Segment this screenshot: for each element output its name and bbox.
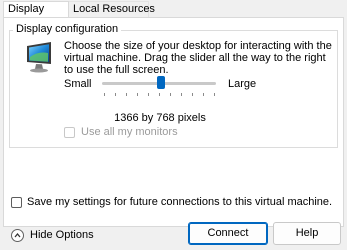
save-settings-option[interactable]: Save my settings for future connections …	[11, 195, 332, 209]
slider-tick	[203, 93, 204, 96]
save-settings-checkbox[interactable]	[11, 196, 22, 208]
slider-tick	[159, 93, 160, 96]
slider-tick	[148, 93, 149, 96]
slider-tick	[137, 93, 138, 96]
tab-strip: Display Local Resources	[0, 0, 347, 18]
connect-button[interactable]: Connect	[188, 222, 268, 245]
slider-tick	[170, 93, 171, 96]
hide-options-toggle[interactable]: Hide Options	[11, 228, 94, 242]
monitor-icon	[27, 42, 51, 73]
use-all-monitors-option: Use all my monitors	[64, 125, 178, 139]
hide-options-button[interactable]	[11, 228, 24, 242]
group-title: Display configuration	[13, 23, 122, 36]
slider-tick	[104, 93, 105, 96]
use-all-monitors-checkbox[interactable]	[64, 126, 75, 138]
slider-tick	[214, 93, 215, 96]
slider-tick	[126, 93, 127, 96]
slider-tick	[181, 93, 182, 96]
slider-tick	[192, 93, 193, 96]
save-settings-label: Save my settings for future connections …	[27, 196, 333, 208]
slider-tick	[115, 93, 116, 96]
display-size-slider[interactable]	[100, 74, 218, 100]
chevron-up-icon	[14, 232, 21, 237]
slider-max-label: Large	[228, 78, 257, 90]
help-button[interactable]: Help	[273, 222, 341, 245]
slider-min-label: Small	[64, 78, 92, 90]
hide-options-label: Hide Options	[30, 229, 94, 241]
slider-thumb[interactable]	[157, 76, 166, 89]
tab-local-resources[interactable]: Local Resources	[69, 1, 155, 17]
tab-display[interactable]: Display	[3, 1, 69, 17]
use-all-monitors-label: Use all my monitors	[81, 126, 178, 138]
resolution-readout: 1366 by 768 pixels	[114, 112, 206, 124]
display-description: Choose the size of your desktop for inte…	[64, 40, 332, 76]
